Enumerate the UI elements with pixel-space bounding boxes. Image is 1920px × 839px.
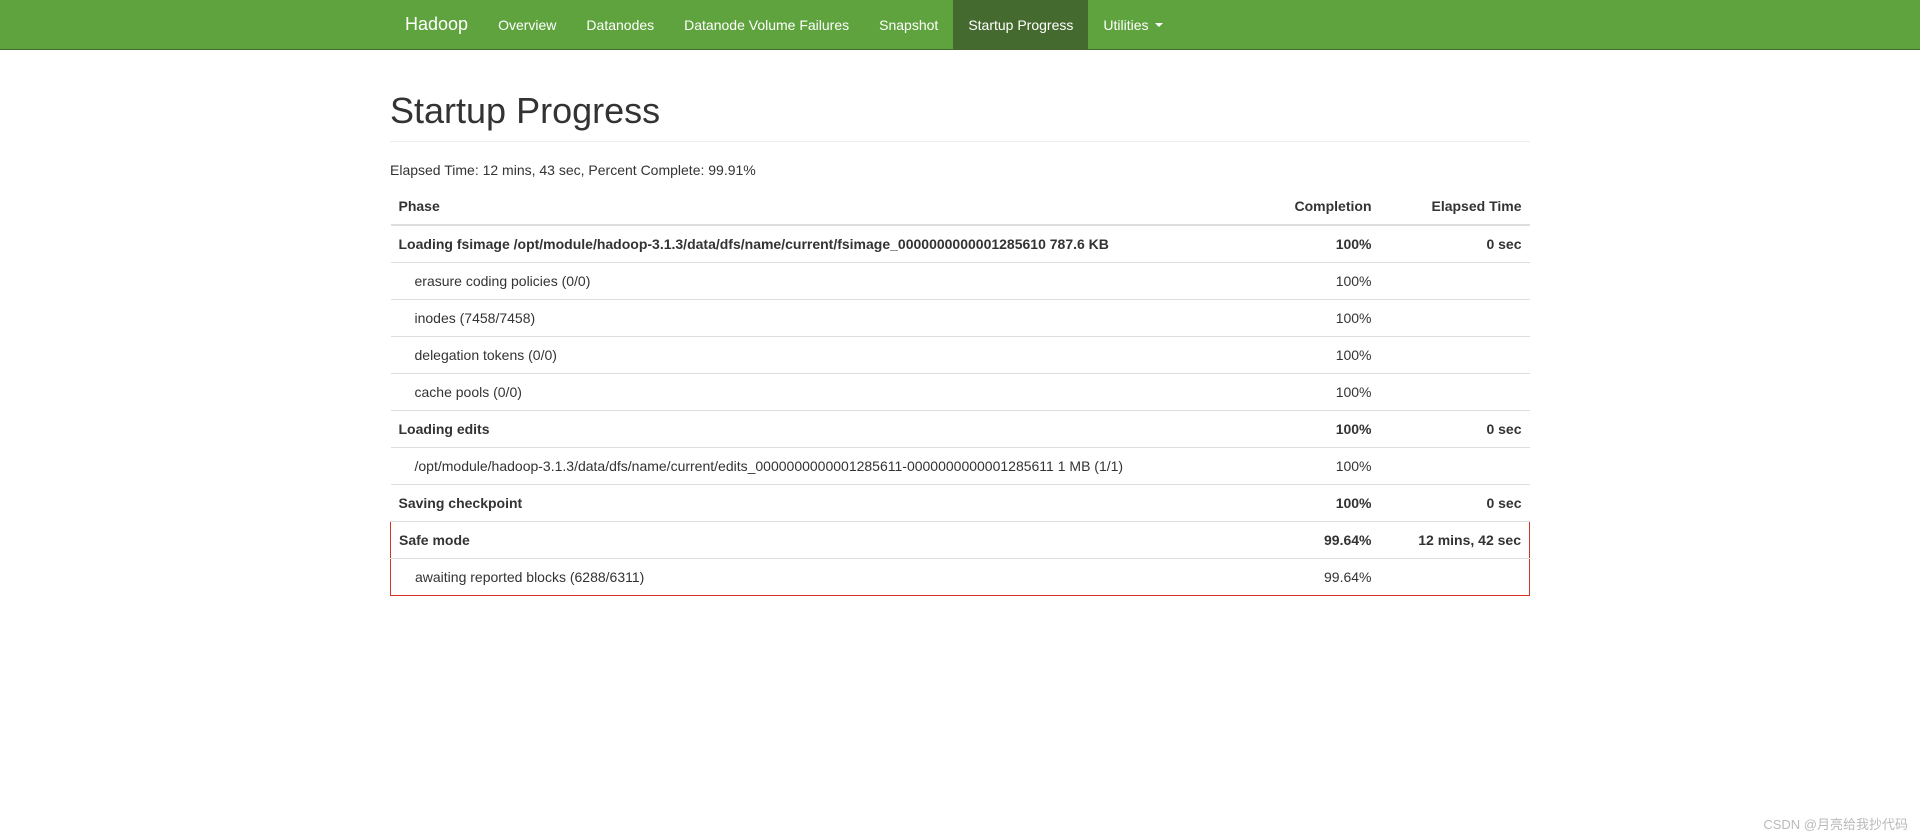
cell-phase: delegation tokens (0/0) — [391, 337, 1250, 374]
table-row: awaiting reported blocks (6288/6311)99.6… — [391, 559, 1530, 596]
navbar-brand[interactable]: Hadoop — [390, 0, 483, 49]
cell-elapsed — [1380, 300, 1530, 337]
cell-elapsed — [1380, 337, 1530, 374]
nav-item-overview[interactable]: Overview — [483, 0, 571, 49]
cell-elapsed — [1380, 448, 1530, 485]
header-phase: Phase — [391, 188, 1250, 225]
nav-list: Overview Datanodes Datanode Volume Failure… — [483, 0, 1177, 49]
cell-elapsed — [1380, 374, 1530, 411]
table-row: inodes (7458/7458)100% — [391, 300, 1530, 337]
cell-completion: 100% — [1250, 225, 1380, 263]
cell-phase: Loading edits — [391, 411, 1250, 448]
cell-completion: 100% — [1250, 300, 1380, 337]
table-row: Saving checkpoint100%0 sec — [391, 485, 1530, 522]
cell-completion: 100% — [1250, 448, 1380, 485]
watermark: CSDN @月亮给我抄代码 — [1763, 814, 1908, 833]
nav-item-label: Datanodes — [586, 17, 654, 33]
cell-phase: inodes (7458/7458) — [391, 300, 1250, 337]
nav-item-datanode-volume-failures[interactable]: Datanode Volume Failures — [669, 0, 864, 49]
table-row: Loading fsimage /opt/module/hadoop-3.1.3… — [391, 225, 1530, 263]
cell-phase: /opt/module/hadoop-3.1.3/data/dfs/name/c… — [391, 448, 1250, 485]
cell-completion: 100% — [1250, 411, 1380, 448]
nav-item-utilities[interactable]: Utilities — [1088, 0, 1177, 49]
table-row: erasure coding policies (0/0)100% — [391, 263, 1530, 300]
cell-phase: cache pools (0/0) — [391, 374, 1250, 411]
cell-elapsed — [1380, 263, 1530, 300]
cell-phase: Saving checkpoint — [391, 485, 1250, 522]
table-body: Loading fsimage /opt/module/hadoop-3.1.3… — [391, 225, 1530, 522]
cell-completion: 100% — [1250, 485, 1380, 522]
chevron-down-icon — [1155, 23, 1163, 27]
nav-item-datanodes[interactable]: Datanodes — [571, 0, 669, 49]
cell-phase: Loading fsimage /opt/module/hadoop-3.1.3… — [391, 225, 1250, 263]
main-container: Startup Progress Elapsed Time: 12 mins, … — [375, 90, 1545, 596]
header-completion: Completion — [1250, 188, 1380, 225]
navbar: Hadoop Overview Datanodes Datanode Volume … — [0, 0, 1920, 50]
page-header: Startup Progress — [390, 90, 1530, 142]
startup-progress-table: Phase Completion Elapsed Time Loading fs… — [390, 188, 1530, 596]
cell-completion: 100% — [1250, 374, 1380, 411]
cell-completion: 99.64% — [1250, 522, 1380, 559]
cell-phase: erasure coding policies (0/0) — [391, 263, 1250, 300]
page-title: Startup Progress — [390, 90, 1530, 132]
summary-line: Elapsed Time: 12 mins, 43 sec, Percent C… — [390, 162, 1530, 178]
cell-elapsed — [1380, 559, 1530, 596]
nav-item-label: Utilities — [1103, 17, 1148, 33]
table-row: cache pools (0/0)100% — [391, 374, 1530, 411]
nav-item-label: Startup Progress — [968, 17, 1073, 33]
nav-item-startup-progress[interactable]: Startup Progress — [953, 0, 1088, 49]
cell-elapsed: 0 sec — [1380, 411, 1530, 448]
table-row: Safe mode99.64%12 mins, 42 sec — [391, 522, 1530, 559]
nav-item-label: Overview — [498, 17, 556, 33]
header-elapsed: Elapsed Time — [1380, 188, 1530, 225]
cell-phase: Safe mode — [391, 522, 1250, 559]
nav-item-label: Snapshot — [879, 17, 938, 33]
cell-elapsed: 12 mins, 42 sec — [1380, 522, 1530, 559]
table-row: delegation tokens (0/0)100% — [391, 337, 1530, 374]
table-row: Loading edits100%0 sec — [391, 411, 1530, 448]
nav-item-snapshot[interactable]: Snapshot — [864, 0, 953, 49]
cell-elapsed: 0 sec — [1380, 225, 1530, 263]
cell-completion: 99.64% — [1250, 559, 1380, 596]
highlight-section: Safe mode99.64%12 mins, 42 secawaiting r… — [391, 522, 1530, 596]
table-row: /opt/module/hadoop-3.1.3/data/dfs/name/c… — [391, 448, 1530, 485]
cell-completion: 100% — [1250, 263, 1380, 300]
cell-completion: 100% — [1250, 337, 1380, 374]
nav-item-label: Datanode Volume Failures — [684, 17, 849, 33]
cell-phase: awaiting reported blocks (6288/6311) — [391, 559, 1250, 596]
cell-elapsed: 0 sec — [1380, 485, 1530, 522]
